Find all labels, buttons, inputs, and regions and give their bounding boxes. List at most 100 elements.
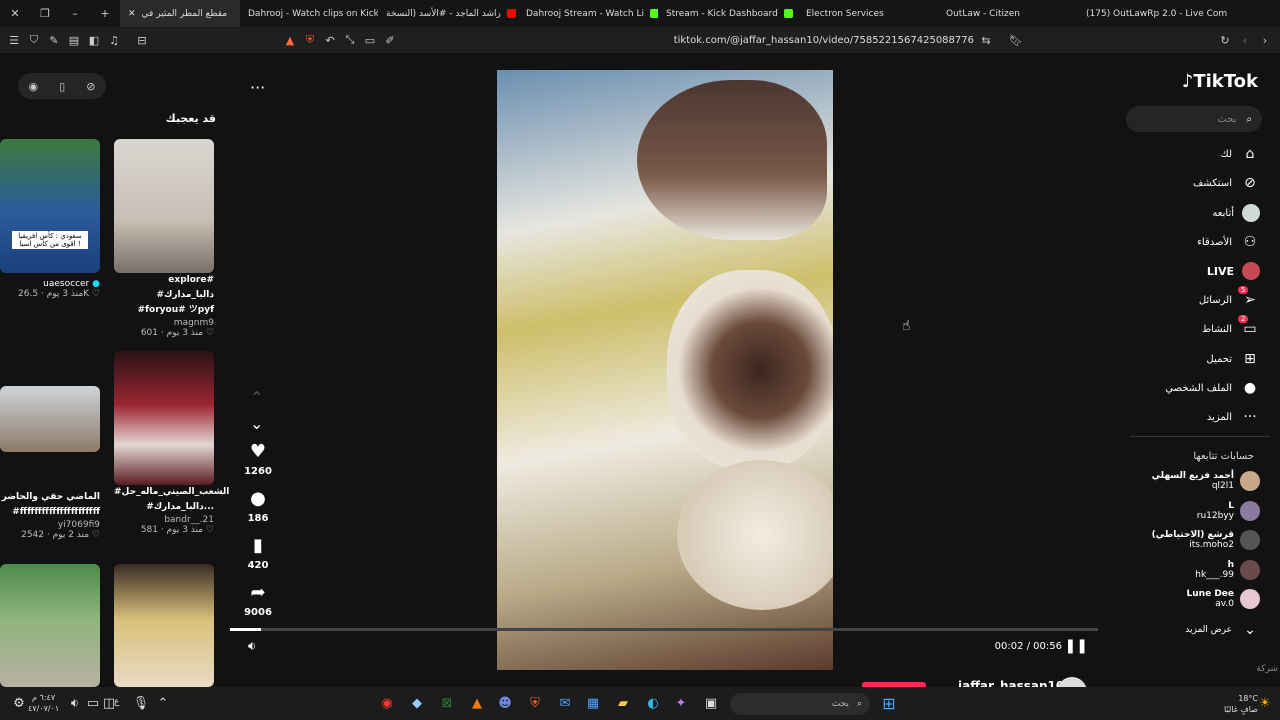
video-card[interactable] — [114, 564, 214, 687]
brave-shield-icon[interactable]: ⛨ — [300, 30, 320, 50]
taskbar-search[interactable]: بحث ⌕ — [730, 693, 870, 715]
menu-icon[interactable]: ☰ — [4, 30, 24, 50]
edge-icon[interactable]: ◐ — [642, 693, 664, 715]
store-icon[interactable]: ▦ — [582, 693, 604, 715]
mail-icon[interactable]: ✉ — [554, 693, 576, 715]
language-indicator[interactable]: ع — [114, 697, 119, 707]
following-account[interactable]: قرشع (الاحتياطي) its.moho2 — [1152, 530, 1260, 550]
comment-icon[interactable]: ● — [250, 487, 266, 509]
tab-youtube[interactable]: راشد الماجد - #الأسد (النسخة — [378, 0, 518, 27]
tab-outlaw[interactable]: OutLaw - Citizen — [938, 0, 1078, 27]
nav-friends[interactable]: الأصدقاء ⚇ — [1197, 232, 1260, 252]
new-tab-icon[interactable]: + — [90, 0, 120, 27]
minimize-window-icon[interactable]: – — [60, 0, 90, 27]
weather-icon[interactable]: ☀ — [1254, 693, 1276, 715]
next-video-icon[interactable]: ⌄ — [250, 414, 263, 433]
card-user[interactable]: uaesoccer ● — [0, 279, 100, 289]
card-user[interactable]: bandr__.21 — [114, 515, 214, 525]
video-thumbnail[interactable] — [114, 139, 214, 273]
avatar-icon[interactable]: ◉ — [29, 80, 39, 93]
card-user[interactable]: yi7069fi9 — [0, 520, 100, 530]
folder-icon[interactable]: ▰ — [612, 693, 634, 715]
tab-kick-stream[interactable]: Dahrooj Stream - Watch Li — [518, 0, 658, 27]
video-card[interactable]: سعودي : كأس افريقيا اقوى من كأس اسيا ! u… — [0, 139, 100, 299]
tab-kick-dashboard[interactable]: Stream - Kick Dashboard — [658, 0, 798, 27]
music-icon[interactable]: ♫ — [104, 30, 124, 50]
nav-explore[interactable]: استكشف ⊘ — [1193, 173, 1260, 193]
brave-rewards-icon[interactable]: ▲ — [280, 30, 300, 50]
nav-following[interactable]: أتابعه — [1212, 203, 1260, 223]
url-text[interactable]: tiktok.com/@jaffar_hassan10/video/758522… — [674, 35, 974, 46]
weather-widget[interactable]: 18°C صافٍ غالبًا — [1224, 693, 1258, 715]
forward-icon[interactable]: › — [1255, 30, 1275, 50]
show-more-link[interactable]: عرض المزيد ⌄ — [1185, 620, 1260, 640]
settings-icon[interactable]: ⚙ — [8, 693, 30, 715]
discord-icon[interactable]: ☻ — [494, 693, 516, 715]
following-account[interactable]: Lune Dee av.0 — [1187, 589, 1260, 609]
video-thumbnail[interactable]: سعودي : كأس افريقيا اقوى من كأس اسيا ! — [0, 139, 100, 273]
microphone-icon[interactable]: 🎙︎ — [130, 693, 152, 715]
like-icon[interactable]: ♥ — [250, 440, 266, 462]
compass-small-icon[interactable]: ⊘ — [86, 80, 95, 93]
search-icon[interactable]: ⌕ — [1246, 114, 1252, 125]
video-card[interactable]: #الشعب_الصيني_ماله_حل #دالبا_مدارك... ba… — [114, 351, 229, 535]
video-card[interactable] — [0, 564, 100, 687]
nav-activity[interactable]: النشاط ▭ 2 — [1202, 315, 1260, 339]
nav-messages[interactable]: الرسائل ➢ 5 — [1199, 286, 1260, 310]
copilot-icon[interactable]: ✦ — [670, 693, 692, 715]
following-account[interactable]: Lru12byy — [1197, 501, 1260, 521]
translate-icon[interactable]: ⤡ — [340, 30, 360, 50]
chevron-up-icon[interactable]: ⌃ — [152, 693, 174, 715]
volume-icon[interactable]: 🔉︎ — [248, 639, 256, 654]
reload-icon[interactable]: ↻ — [1215, 30, 1235, 50]
video-thumbnail[interactable] — [0, 386, 100, 452]
shield-icon[interactable]: ⛉ — [24, 30, 44, 50]
steam-icon[interactable]: ◆ — [406, 693, 428, 715]
nav-for-you[interactable]: لك ⌂ — [1221, 144, 1260, 164]
back-icon[interactable]: ‹ — [1235, 30, 1255, 50]
windows-start-icon[interactable]: ⊞ — [878, 693, 900, 715]
share-icon[interactable]: ↶ — [320, 30, 340, 50]
tab-kick-clips[interactable]: Dahrooj - Watch clips on Kick — [240, 0, 378, 27]
bookmark-icon[interactable]: 🔖︎ — [1006, 30, 1026, 50]
clock[interactable]: ٦:٤٧ م ٤٧/٠٧/٠١ — [28, 692, 59, 714]
nav-profile[interactable]: الملف الشخصي ● — [1165, 378, 1260, 398]
wallet-icon[interactable]: ▤ — [64, 30, 84, 50]
address-bar[interactable]: ▲ ⛨ ↶ ⤡ ▭ ✐ tiktok.com/@jaffar_hassan10/… — [280, 30, 1026, 50]
tab-tiktok[interactable]: ✕ مقطع المطر المثير في — [120, 0, 240, 27]
nav-upload[interactable]: تحميل ⊞ — [1206, 349, 1260, 369]
restore-window-icon[interactable]: ❐ — [30, 0, 60, 27]
following-account[interactable]: h hk___.99 — [1195, 560, 1260, 580]
pen-icon[interactable]: ✎ — [44, 30, 64, 50]
author-name[interactable]: jaffar_hassan10 — [958, 679, 1064, 687]
following-account[interactable]: أحمد فزيع السهلي ql2l1 — [1152, 471, 1260, 491]
video-thumbnail[interactable] — [0, 564, 100, 687]
nav-live[interactable]: LIVE — [1207, 261, 1260, 281]
close-window-icon[interactable]: ✕ — [0, 0, 30, 27]
bookmark-save-icon[interactable]: ▮ — [253, 534, 263, 556]
card-user[interactable]: magnm9 — [114, 318, 214, 328]
cast-icon[interactable]: ▭ — [360, 30, 380, 50]
video-card[interactable]: explore# #دالبا_مدارك #foryou# ツpyf magn… — [114, 139, 214, 338]
sidebar-icon[interactable]: ◧ — [84, 30, 104, 50]
pause-icon[interactable]: ❚❚ — [1065, 638, 1088, 654]
tiktok-logo[interactable]: ♪TikTok — [1182, 71, 1258, 92]
video-player[interactable]: ··· ⌃ ⌄ ♥ 1260 ● 186 ▮ 420 ➦ 9006 🔉︎ 00:… — [230, 70, 1098, 670]
previous-video-icon[interactable]: ⌃ — [250, 388, 263, 407]
app-icon-1[interactable]: ◉ — [376, 693, 398, 715]
tab-outlawrp[interactable]: (175) OutLawRp 2.0 - Live Com — [1078, 0, 1230, 27]
task-view-icon[interactable]: ▣ — [700, 693, 722, 715]
app-icon-2[interactable]: ▲ — [466, 693, 488, 715]
more-options-icon[interactable]: ··· — [250, 78, 265, 97]
progress-bar[interactable] — [230, 628, 1098, 631]
video-thumbnail[interactable] — [114, 564, 214, 687]
screenshot-icon[interactable]: ⊟ — [132, 30, 152, 50]
phone-icon[interactable]: ▯ — [59, 80, 65, 93]
nav-more[interactable]: المزيد ··· — [1207, 407, 1260, 427]
site-info-icon[interactable]: ⇆ — [976, 30, 996, 50]
company-link[interactable]: شركة — [1256, 664, 1278, 674]
share-arrow-icon[interactable]: ➦ — [250, 581, 265, 603]
brave-icon[interactable]: ⛨ — [524, 693, 546, 715]
video-frame[interactable] — [497, 70, 833, 670]
video-card[interactable]: الماضي حقي والحاضر #ffffffffffffffffffff… — [0, 386, 100, 540]
